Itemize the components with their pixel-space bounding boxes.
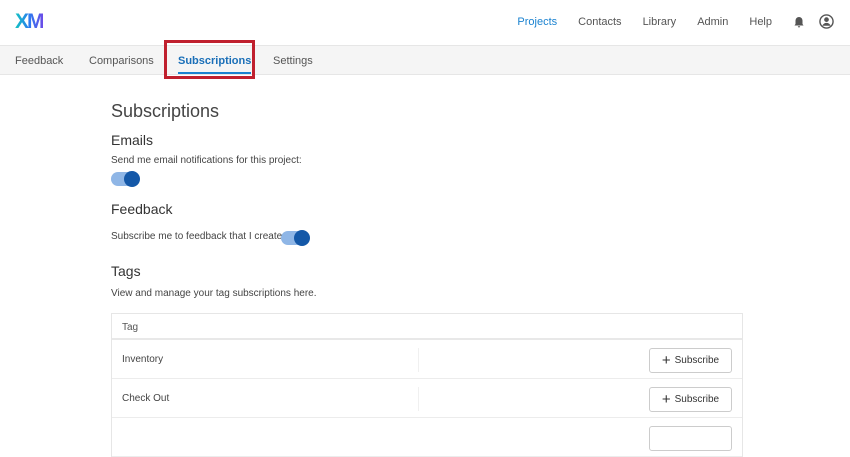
tab-comparisons[interactable]: Comparisons bbox=[89, 55, 154, 67]
subscribe-button[interactable]: + Subscribe bbox=[649, 348, 732, 373]
table-row bbox=[112, 418, 742, 457]
emails-heading: Emails bbox=[111, 132, 154, 148]
bell-icon[interactable] bbox=[793, 16, 805, 28]
tags-description: View and manage your tag subscriptions h… bbox=[111, 288, 317, 299]
nav-help[interactable]: Help bbox=[749, 16, 772, 28]
plus-icon: + bbox=[661, 391, 671, 408]
tab-feedback[interactable]: Feedback bbox=[15, 55, 63, 67]
page-title: Subscriptions bbox=[111, 101, 220, 121]
plus-icon: + bbox=[661, 352, 671, 369]
feedback-subscribe-toggle[interactable] bbox=[281, 230, 310, 246]
subscribe-button[interactable] bbox=[649, 426, 732, 451]
subscribe-button[interactable]: + Subscribe bbox=[649, 387, 732, 412]
tag-name: Inventory bbox=[122, 354, 164, 365]
main-nav: Projects Contacts Library Admin Help bbox=[517, 14, 850, 29]
feedback-heading: Feedback bbox=[111, 201, 173, 217]
tag-name: Check Out bbox=[122, 393, 170, 404]
top-bar: XM Projects Contacts Library Admin Help bbox=[0, 0, 850, 45]
xm-logo[interactable]: XM bbox=[15, 10, 44, 34]
user-avatar-icon[interactable] bbox=[819, 14, 834, 29]
highlight-box bbox=[164, 40, 255, 79]
tags-table: Tag Inventory + Subscribe Check Out + Subs… bbox=[111, 313, 743, 457]
tags-heading: Tags bbox=[111, 263, 141, 279]
table-row: Inventory + Subscribe bbox=[112, 340, 742, 379]
email-notifications-toggle[interactable] bbox=[111, 171, 140, 187]
column-header-tag: Tag bbox=[112, 314, 742, 340]
table-row: Check Out + Subscribe bbox=[112, 379, 742, 418]
nav-library[interactable]: Library bbox=[643, 16, 677, 28]
nav-contacts[interactable]: Contacts bbox=[578, 16, 621, 28]
tab-bar: Feedback Comparisons Subscriptions Setti… bbox=[0, 45, 850, 75]
feedback-label: Subscribe me to feedback that I create: bbox=[111, 231, 285, 242]
nav-admin[interactable]: Admin bbox=[697, 16, 728, 28]
nav-projects[interactable]: Projects bbox=[517, 16, 557, 28]
emails-label: Send me email notifications for this pro… bbox=[111, 155, 302, 166]
tab-settings[interactable]: Settings bbox=[273, 55, 313, 67]
